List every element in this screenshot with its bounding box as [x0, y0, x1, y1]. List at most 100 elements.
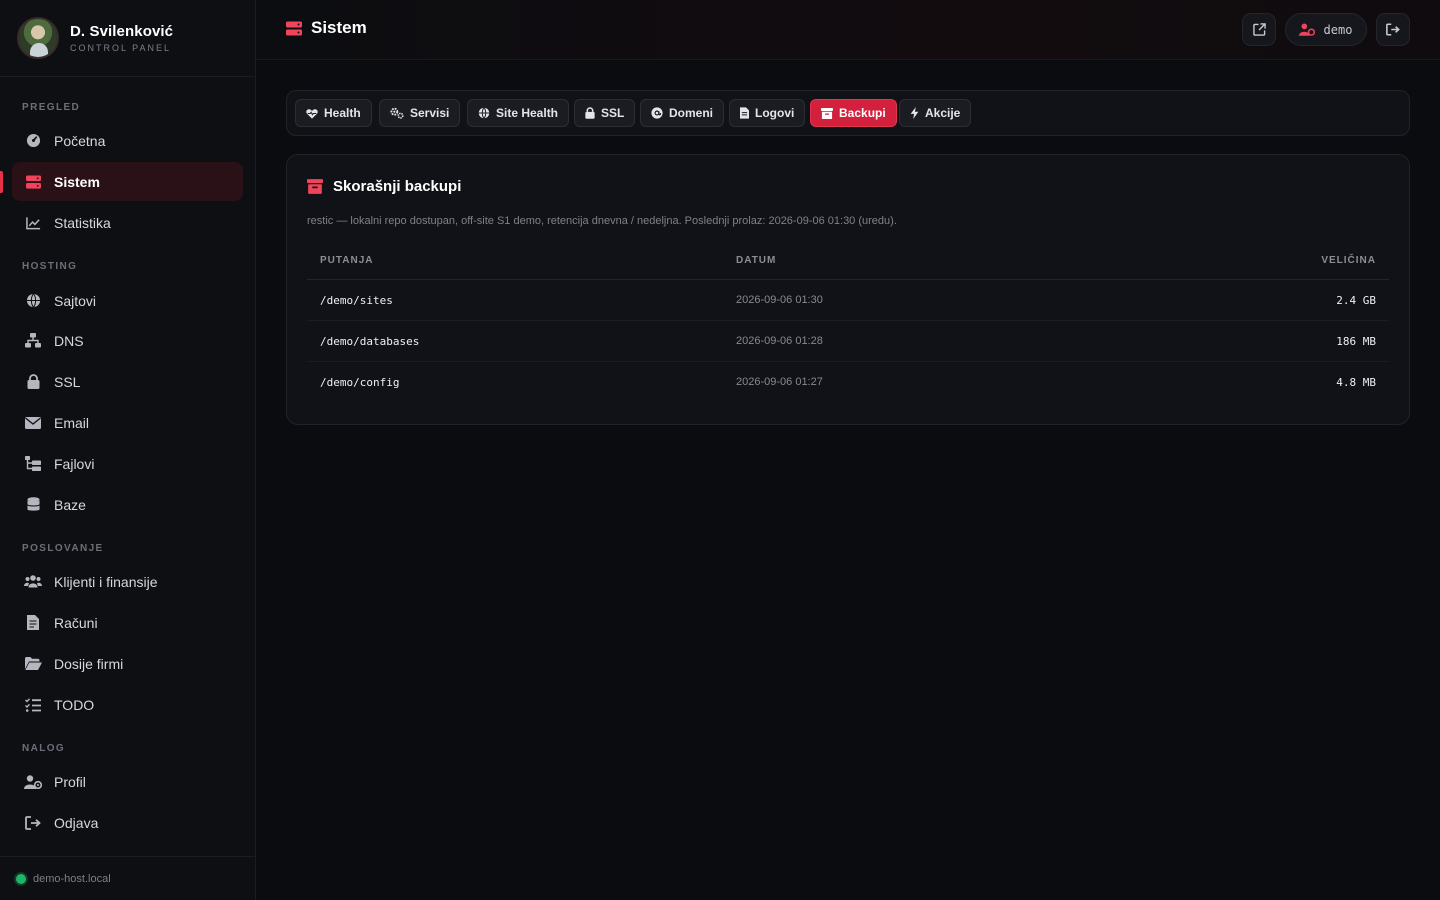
gears-icon	[390, 107, 404, 119]
tab-label: SSL	[601, 106, 625, 120]
logout-icon	[24, 814, 42, 832]
brand-subtitle: CONTROL PANEL	[70, 43, 172, 53]
sidebar-item-label: TODO	[54, 696, 95, 713]
sidebar-item-label: Fajlovi	[54, 455, 95, 472]
nav-section-nalog: NALOG	[22, 743, 66, 754]
sidebar-footer: demo-host.local	[0, 856, 255, 900]
card-description: restic — lokalni repo dostupan, off-site…	[307, 215, 897, 227]
sidebar-item-label: Klijenti i finansije	[54, 573, 158, 590]
sidebar-item-label: Sistem	[54, 173, 100, 190]
status-dot	[16, 873, 26, 884]
sidebar-item-label: Profil	[54, 773, 86, 790]
sidebar-item-label: SSL	[54, 373, 81, 390]
tab-akcije[interactable]: Akcije	[899, 99, 972, 127]
sidebar-item-profil[interactable]: Profil	[12, 762, 243, 801]
invoice-icon	[24, 614, 42, 632]
users-icon	[24, 573, 42, 591]
brand: D. Svilenković CONTROL PANEL	[0, 0, 255, 77]
brand-name: D. Svilenković	[70, 23, 174, 40]
backup-path: /demo/databases	[320, 335, 420, 348]
backup-size: 4.8 MB	[1336, 376, 1376, 389]
tab-label: Akcije	[925, 106, 961, 120]
sidebar-item-label: Odjava	[54, 814, 99, 831]
archive-icon	[307, 179, 323, 194]
sidebar-item-label: Dosije firmi	[54, 655, 124, 672]
sidebar-item-email[interactable]: Email	[12, 403, 243, 442]
sidebar-item-dns[interactable]: DNS	[12, 321, 243, 360]
user-gear-icon	[1298, 23, 1315, 36]
tab-servisi[interactable]: Servisi	[379, 99, 461, 127]
folder-tree-icon	[24, 455, 42, 473]
logout-icon	[1386, 23, 1400, 36]
column-header-velicina: VELIČINA	[1321, 255, 1376, 266]
tab-backupi[interactable]: Backupi	[810, 99, 897, 127]
nav-section-poslovanje: POSLOVANJE	[22, 543, 104, 554]
tab-domeni[interactable]: Domeni	[640, 99, 725, 127]
tab-label: Health	[324, 106, 361, 120]
sidebar-item-fajlovi[interactable]: Fajlovi	[12, 444, 243, 483]
sidebar-item-label: Statistika	[54, 214, 111, 231]
active-indicator	[0, 171, 3, 193]
tab-label: Site Health	[496, 106, 559, 120]
nav-section-hosting: HOSTING	[22, 261, 78, 272]
envelope-icon	[24, 414, 42, 432]
table-row: /demo/sites 2026-09-06 01:30 2.4 GB	[307, 280, 1389, 321]
sidebar-item-statistika[interactable]: Statistika	[12, 203, 243, 242]
sidebar-item-ssl[interactable]: SSL	[12, 362, 243, 401]
tab-ssl[interactable]: SSL	[574, 99, 636, 127]
dashboard-icon	[24, 132, 42, 150]
sidebar-item-dosije[interactable]: Dosije firmi	[12, 644, 243, 683]
folder-open-icon	[24, 655, 42, 673]
username: demo	[1323, 22, 1353, 37]
external-link-icon	[1252, 23, 1266, 36]
sidebar-item-racuni[interactable]: Računi	[12, 603, 243, 642]
server-icon	[286, 21, 302, 36]
host-label: demo-host.local	[33, 872, 111, 885]
tab-label: Servisi	[410, 106, 450, 120]
lock-icon	[24, 373, 42, 391]
user-menu-button[interactable]: demo	[1285, 13, 1367, 46]
backup-size: 186 MB	[1336, 335, 1376, 348]
sidebar-item-baze[interactable]: Baze	[12, 485, 243, 524]
backup-path: /demo/config	[320, 376, 400, 389]
table-row: /demo/databases 2026-09-06 01:28 186 MB	[307, 321, 1389, 362]
heart-pulse-icon	[306, 108, 318, 119]
chart-line-icon	[24, 214, 42, 232]
page-title-text: Sistem	[311, 18, 367, 37]
at-icon	[651, 107, 663, 119]
logout-button[interactable]	[1376, 13, 1410, 46]
tab-label: Backupi	[839, 106, 886, 120]
tab-site-health[interactable]: Site Health	[467, 99, 570, 127]
card-title: Skorašnji backupi	[333, 178, 462, 195]
sidebar-item-sajtovi[interactable]: Sajtovi	[12, 281, 243, 320]
column-header-datum: DATUM	[736, 255, 777, 266]
backup-date: 2026-09-06 01:28	[736, 335, 823, 347]
sidebar-item-sistem[interactable]: Sistem	[12, 162, 243, 201]
sidebar-item-label: DNS	[54, 332, 84, 349]
tab-health[interactable]: Health	[295, 99, 372, 127]
tab-logovi[interactable]: Logovi	[729, 99, 806, 127]
page-title: Sistem	[286, 18, 367, 38]
bolt-icon	[910, 107, 919, 119]
database-icon	[24, 496, 42, 514]
open-external-button[interactable]	[1242, 13, 1276, 46]
sidebar-item-pocetna[interactable]: Početna	[12, 121, 243, 160]
sidebar-item-label: Sajtovi	[54, 292, 97, 309]
sidebar-item-odjava[interactable]: Odjava	[12, 803, 243, 842]
column-header-putanja: PUTANJA	[320, 255, 374, 266]
tab-label: Logovi	[755, 106, 795, 120]
sidebar-item-label: Email	[54, 414, 90, 431]
backup-path: /demo/sites	[320, 294, 393, 307]
file-icon	[740, 107, 749, 119]
avatar	[17, 17, 59, 59]
server-icon	[24, 173, 42, 191]
sidebar-item-todo[interactable]: TODO	[12, 685, 243, 724]
tab-label: Domeni	[669, 106, 714, 120]
card-header: Skorašnji backupi	[307, 178, 461, 195]
backup-size: 2.4 GB	[1336, 294, 1376, 307]
backup-date: 2026-09-06 01:27	[736, 376, 823, 388]
sidebar-item-klijenti[interactable]: Klijenti i finansije	[12, 562, 243, 601]
table-row: /demo/config 2026-09-06 01:27 4.8 MB	[307, 362, 1389, 403]
lock-icon	[585, 107, 595, 119]
sidebar-item-label: Baze	[54, 496, 86, 513]
